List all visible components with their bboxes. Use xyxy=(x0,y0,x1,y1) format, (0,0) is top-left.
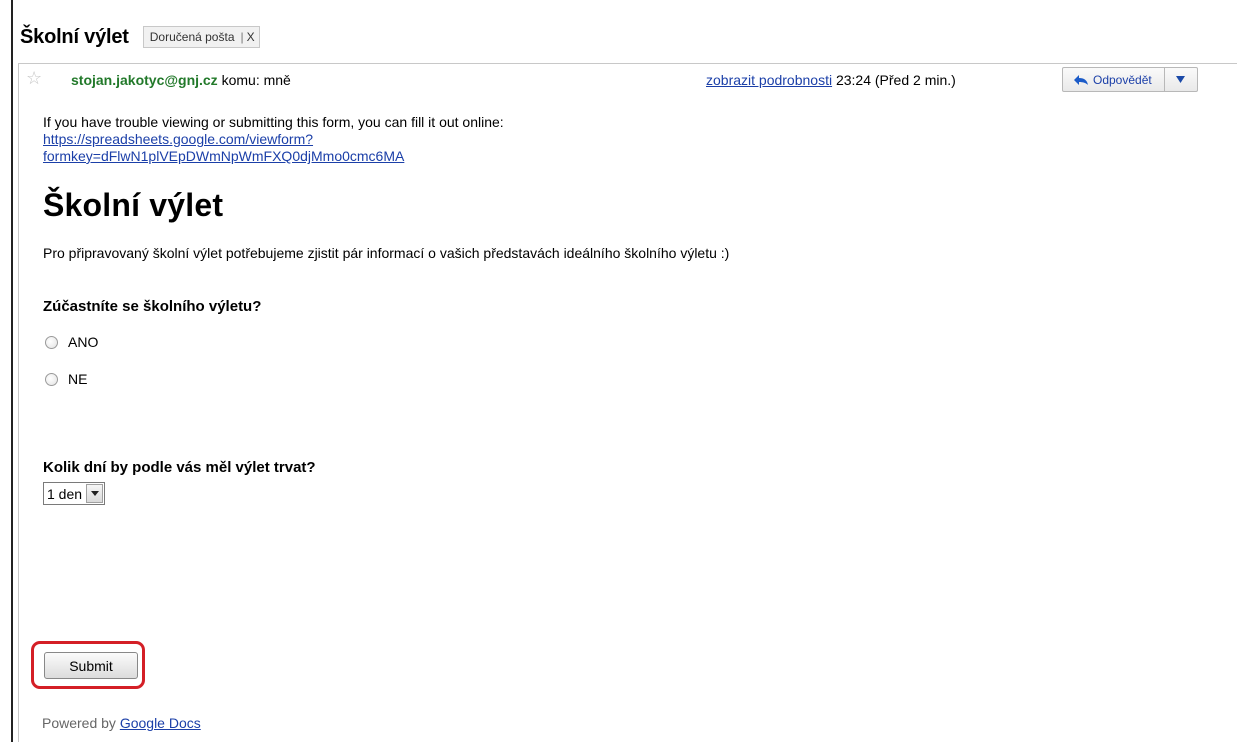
star-icon[interactable]: ☆ xyxy=(26,68,42,89)
notice-text: If you have trouble viewing or submittin… xyxy=(43,114,504,130)
google-docs-link[interactable]: Google Docs xyxy=(120,715,201,731)
powered-by: Powered by Google Docs xyxy=(42,715,201,731)
reply-label: Odpovědět xyxy=(1093,72,1152,87)
message-details: zobrazit podrobnosti 23:24 (Před 2 min.) xyxy=(706,72,956,88)
form-link-line1[interactable]: https://spreadsheets.google.com/viewform… xyxy=(43,131,863,148)
option-yes-label: ANO xyxy=(68,334,99,350)
form-title: Školní výlet xyxy=(43,187,224,223)
reply-arrow-icon xyxy=(1074,74,1088,85)
duration-select-value: 1 den xyxy=(47,485,83,502)
form-notice: If you have trouble viewing or submittin… xyxy=(43,114,863,165)
question-duration: Kolik dní by podle vás měl výlet trvat? xyxy=(43,459,316,476)
remove-label-button[interactable]: X xyxy=(247,30,255,44)
page-left-border xyxy=(11,0,13,742)
message-body: If you have trouble viewing or submittin… xyxy=(43,114,863,505)
recipient-text: komu: mně xyxy=(221,72,291,88)
form-link-line2[interactable]: formkey=dFlwN1plVEpDWmNpWmFXQ0djMmo0cmc6… xyxy=(43,148,863,165)
question-attend: Zúčastníte se školního výletu? xyxy=(43,298,262,315)
message-header: ☆ stojan.jakotyc@gnj.cz komu: mně zobraz… xyxy=(19,64,1237,96)
duration-select[interactable]: 1 den xyxy=(43,482,106,505)
message-card: ☆ stojan.jakotyc@gnj.cz komu: mně zobraz… xyxy=(18,63,1237,742)
option-no[interactable]: NE xyxy=(43,369,863,389)
dropdown-arrow-icon xyxy=(1176,76,1186,83)
inbox-label-text: Doručená pošta xyxy=(149,30,235,44)
option-yes[interactable]: ANO xyxy=(43,332,863,352)
message-time: 23:24 (Před 2 min.) xyxy=(835,72,956,88)
sender-line: stojan.jakotyc@gnj.cz komu: mně xyxy=(71,72,291,88)
subject-title: Školní výlet xyxy=(20,25,129,48)
reply-button-group: Odpovědět xyxy=(1062,67,1198,92)
option-no-label: NE xyxy=(68,371,88,387)
sender-email[interactable]: stojan.jakotyc@gnj.cz xyxy=(71,72,218,88)
more-actions-button[interactable] xyxy=(1165,68,1197,91)
submit-highlight: Submit xyxy=(31,641,145,689)
select-arrow-icon[interactable] xyxy=(86,484,104,503)
subject-row: Školní výlet Doručená pošta | X xyxy=(20,22,260,52)
radio-no[interactable] xyxy=(45,372,58,386)
powered-by-text: Powered by xyxy=(42,715,116,731)
label-separator: | xyxy=(240,30,244,44)
reply-button[interactable]: Odpovědět xyxy=(1063,68,1165,91)
attend-options: ANO NE xyxy=(43,332,863,389)
radio-yes[interactable] xyxy=(45,335,58,349)
submit-button[interactable]: Submit xyxy=(44,652,138,679)
form-description: Pro připravovaný školní výlet potřebujem… xyxy=(43,245,730,261)
show-details-link[interactable]: zobrazit podrobnosti xyxy=(706,72,832,88)
inbox-label-chip[interactable]: Doručená pošta | X xyxy=(142,26,260,48)
